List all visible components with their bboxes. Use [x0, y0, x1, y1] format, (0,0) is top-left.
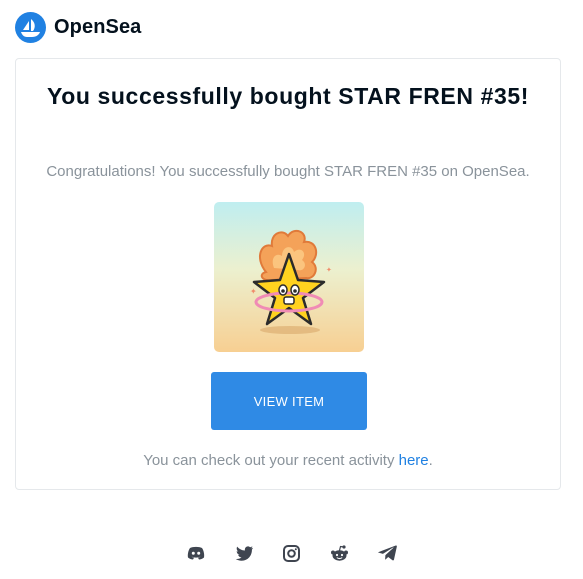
activity-prefix: You can check out your recent activity [143, 452, 399, 469]
view-item-button[interactable]: VIEW ITEM [211, 372, 367, 430]
svg-text:✦: ✦ [250, 287, 257, 296]
nft-image[interactable]: ✦ ✦ [214, 202, 364, 352]
activity-suffix: . [428, 452, 433, 469]
telegram-icon[interactable] [378, 543, 398, 563]
confirmation-message: Congratulations! You successfully bought… [46, 163, 530, 180]
instagram-icon[interactable] [282, 543, 302, 563]
brand-name[interactable]: OpenSea [54, 16, 141, 39]
svg-text:✦: ✦ [326, 266, 332, 274]
opensea-logo-icon[interactable] [15, 11, 46, 43]
page-title: You successfully bought STAR FREN #35! [46, 83, 529, 109]
purchase-confirmation-card: You successfully bought STAR FREN #35! C… [15, 58, 561, 490]
activity-here-link[interactable]: here [399, 452, 429, 469]
recent-activity-text: You can check out your recent activity h… [16, 452, 560, 469]
twitter-icon[interactable] [234, 543, 254, 563]
header: OpenSea [15, 11, 141, 43]
discord-icon[interactable] [186, 543, 206, 563]
reddit-icon[interactable] [330, 543, 350, 563]
social-links [0, 543, 583, 563]
